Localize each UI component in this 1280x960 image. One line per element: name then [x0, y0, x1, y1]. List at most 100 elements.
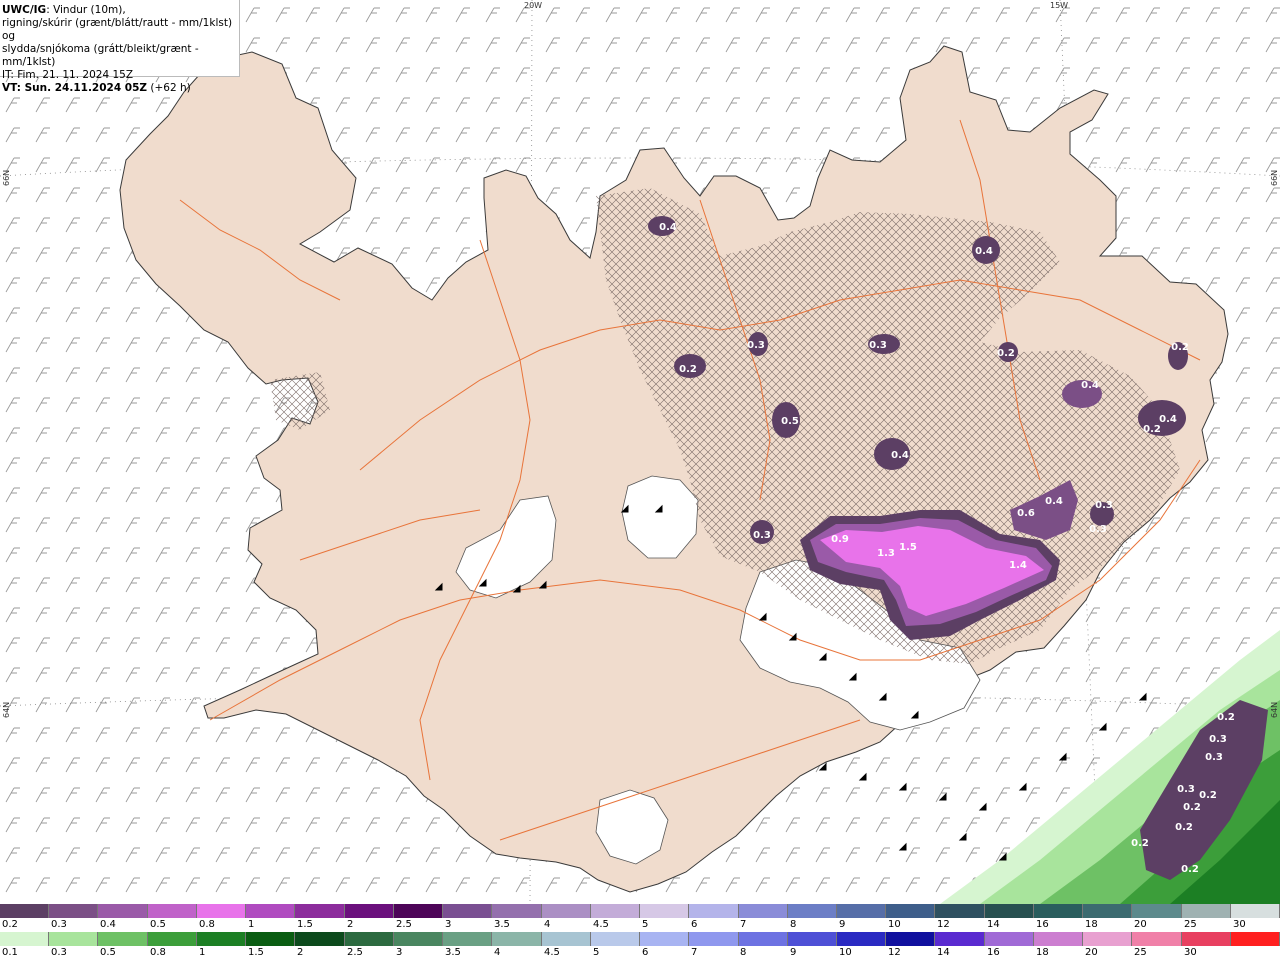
rain-scale-label: 0.8 — [150, 947, 166, 958]
snow-scale-label: 14 — [987, 919, 1000, 930]
snow-value-label: 0.2 — [1171, 342, 1189, 353]
rain-scale-swatch — [393, 932, 444, 946]
snow-scale-swatch — [935, 904, 985, 918]
snow-value-label: 0.9 — [831, 534, 849, 545]
rain-scale-swatch — [738, 932, 788, 946]
rain-scale-label: 25 — [1134, 947, 1147, 958]
snow-scale-label: 10 — [888, 919, 901, 930]
snow-value-label: 0.3 — [1089, 524, 1107, 535]
snow-scale-label: 2 — [347, 919, 354, 930]
snow-scale-label: 5 — [642, 919, 649, 930]
lat-label-64n-right: 64N — [1270, 701, 1279, 718]
rain-scale-swatch — [492, 932, 542, 946]
lat-label-66n-right: 66N — [1270, 169, 1279, 186]
map-header: UWC/IG: Vindur (10m), rigning/skúrir (gr… — [0, 0, 240, 94]
rain-scale-label: 1 — [199, 947, 206, 958]
snow-value-label: 0.3 — [747, 340, 765, 351]
snow-scale-swatch — [147, 904, 197, 918]
snow-scale-label: 7 — [740, 919, 747, 930]
snow-scale-label: 0.8 — [199, 919, 215, 930]
snow-scale-swatch — [640, 904, 690, 918]
rain-value-label: 0.2 — [1131, 838, 1149, 849]
snow-scale-swatch — [1132, 904, 1182, 918]
snow-scale-label: 3.5 — [494, 919, 510, 930]
rain-scale-label: 20 — [1085, 947, 1098, 958]
snow-scale-swatch — [492, 904, 542, 918]
snow-scale-swatch — [590, 904, 641, 918]
weather-map: 0.40.40.20.3 0.30.20.20.50.40.40.20.40.60… — [0, 0, 1280, 904]
snow-scale-swatch — [886, 904, 936, 918]
snow-scale-label: 0.5 — [150, 919, 166, 930]
snow-value-label: 0.4 — [1081, 380, 1099, 391]
snow-scale-label: 16 — [1036, 919, 1049, 930]
snow-scale-swatch — [689, 904, 739, 918]
rain-color-scale — [0, 932, 1280, 946]
snow-scale-swatch — [984, 904, 1034, 918]
rain-value-label: 0.2 — [1217, 712, 1235, 723]
snow-value-label: 0.2 — [1143, 424, 1161, 435]
snow-scale-swatch — [246, 904, 296, 918]
snow-scale-label: 3 — [445, 919, 452, 930]
rain-scale-label: 4 — [494, 947, 501, 958]
snow-color-scale — [0, 904, 1280, 918]
rain-scale-swatch — [49, 932, 99, 946]
lat-label-64n-left: 64N — [2, 701, 11, 718]
rain-scale-swatch — [590, 932, 641, 946]
rain-scale-swatch — [541, 932, 591, 946]
snow-value-label: 0.4 — [1045, 496, 1063, 507]
rain-scale-label: 2 — [297, 947, 304, 958]
rain-scale-swatch — [295, 932, 345, 946]
rain-value-label: 0.3 — [1177, 784, 1195, 795]
snow-scale-label: 1.5 — [297, 919, 313, 930]
snow-scale-swatch — [344, 904, 394, 918]
rain-scale-swatch — [443, 932, 493, 946]
rain-scale-label: 14 — [937, 947, 950, 958]
snow-scale-swatch — [541, 904, 591, 918]
rain-scale-label: 3.5 — [445, 947, 461, 958]
rain-scale-swatch — [1181, 932, 1231, 946]
snow-scale-swatch — [1083, 904, 1133, 918]
snow-scale-swatch — [787, 904, 837, 918]
snow-scale-swatch — [738, 904, 788, 918]
snow-scale-swatch — [393, 904, 444, 918]
snow-scale-label: 9 — [839, 919, 846, 930]
rain-scale-swatch — [935, 932, 985, 946]
rain-scale-label: 30 — [1184, 947, 1197, 958]
rain-scale-label: 2.5 — [347, 947, 363, 958]
rain-scale-label: 12 — [888, 947, 901, 958]
snow-scale-label: 18 — [1085, 919, 1098, 930]
rain-scale-swatch — [1132, 932, 1182, 946]
rain-scale-swatch — [0, 932, 50, 946]
rain-scale-swatch — [1083, 932, 1133, 946]
snow-scale-swatch — [196, 904, 247, 918]
snow-value-label: 0.4 — [975, 246, 993, 257]
rain-scale-label: 4.5 — [544, 947, 560, 958]
rain-scale-label: 3 — [396, 947, 403, 958]
rain-scale-swatch — [344, 932, 394, 946]
snow-scale-swatch — [1230, 904, 1280, 918]
snow-scale-label: 0.4 — [100, 919, 116, 930]
rain-scale-swatch — [640, 932, 690, 946]
snow-value-label: 0.5 — [781, 416, 799, 427]
rain-value-label: 0.3 — [1209, 734, 1227, 745]
snow-scale-swatch — [98, 904, 148, 918]
snow-value-label: 0.4 — [1159, 414, 1177, 425]
snow-scale-label: 4.5 — [593, 919, 609, 930]
snow-value-label: 0.4 — [659, 222, 677, 233]
rain-scale-label: 0.5 — [100, 947, 116, 958]
snow-scale-labels: 0.2 0.3 0.4 0.5 0.8 1 1.5 2 2.5 3 3.5 4 4.5 5 6 7 8 9 10 12… — [0, 919, 1280, 931]
rain-scale-label: 16 — [987, 947, 1000, 958]
rain-scale-swatch — [196, 932, 247, 946]
rain-scale-swatch — [886, 932, 936, 946]
snow-value-label: 1.3 — [877, 548, 895, 559]
rain-scale-swatch — [787, 932, 837, 946]
snow-scale-label: 30 — [1233, 919, 1246, 930]
rain-value-label: 0.2 — [1183, 802, 1201, 813]
header-line-rain: rigning/skúrir (grænt/blátt/rautt - mm/1… — [2, 17, 233, 42]
snow-value-label: 1.4 — [1009, 560, 1027, 571]
lat-label-66n-left: 66N — [2, 169, 11, 186]
rain-value-label: 0.2 — [1199, 790, 1217, 801]
rain-scale-label: 0.1 — [2, 947, 18, 958]
rain-value-label: 0.3 — [1205, 752, 1223, 763]
rain-scale-swatch — [689, 932, 739, 946]
